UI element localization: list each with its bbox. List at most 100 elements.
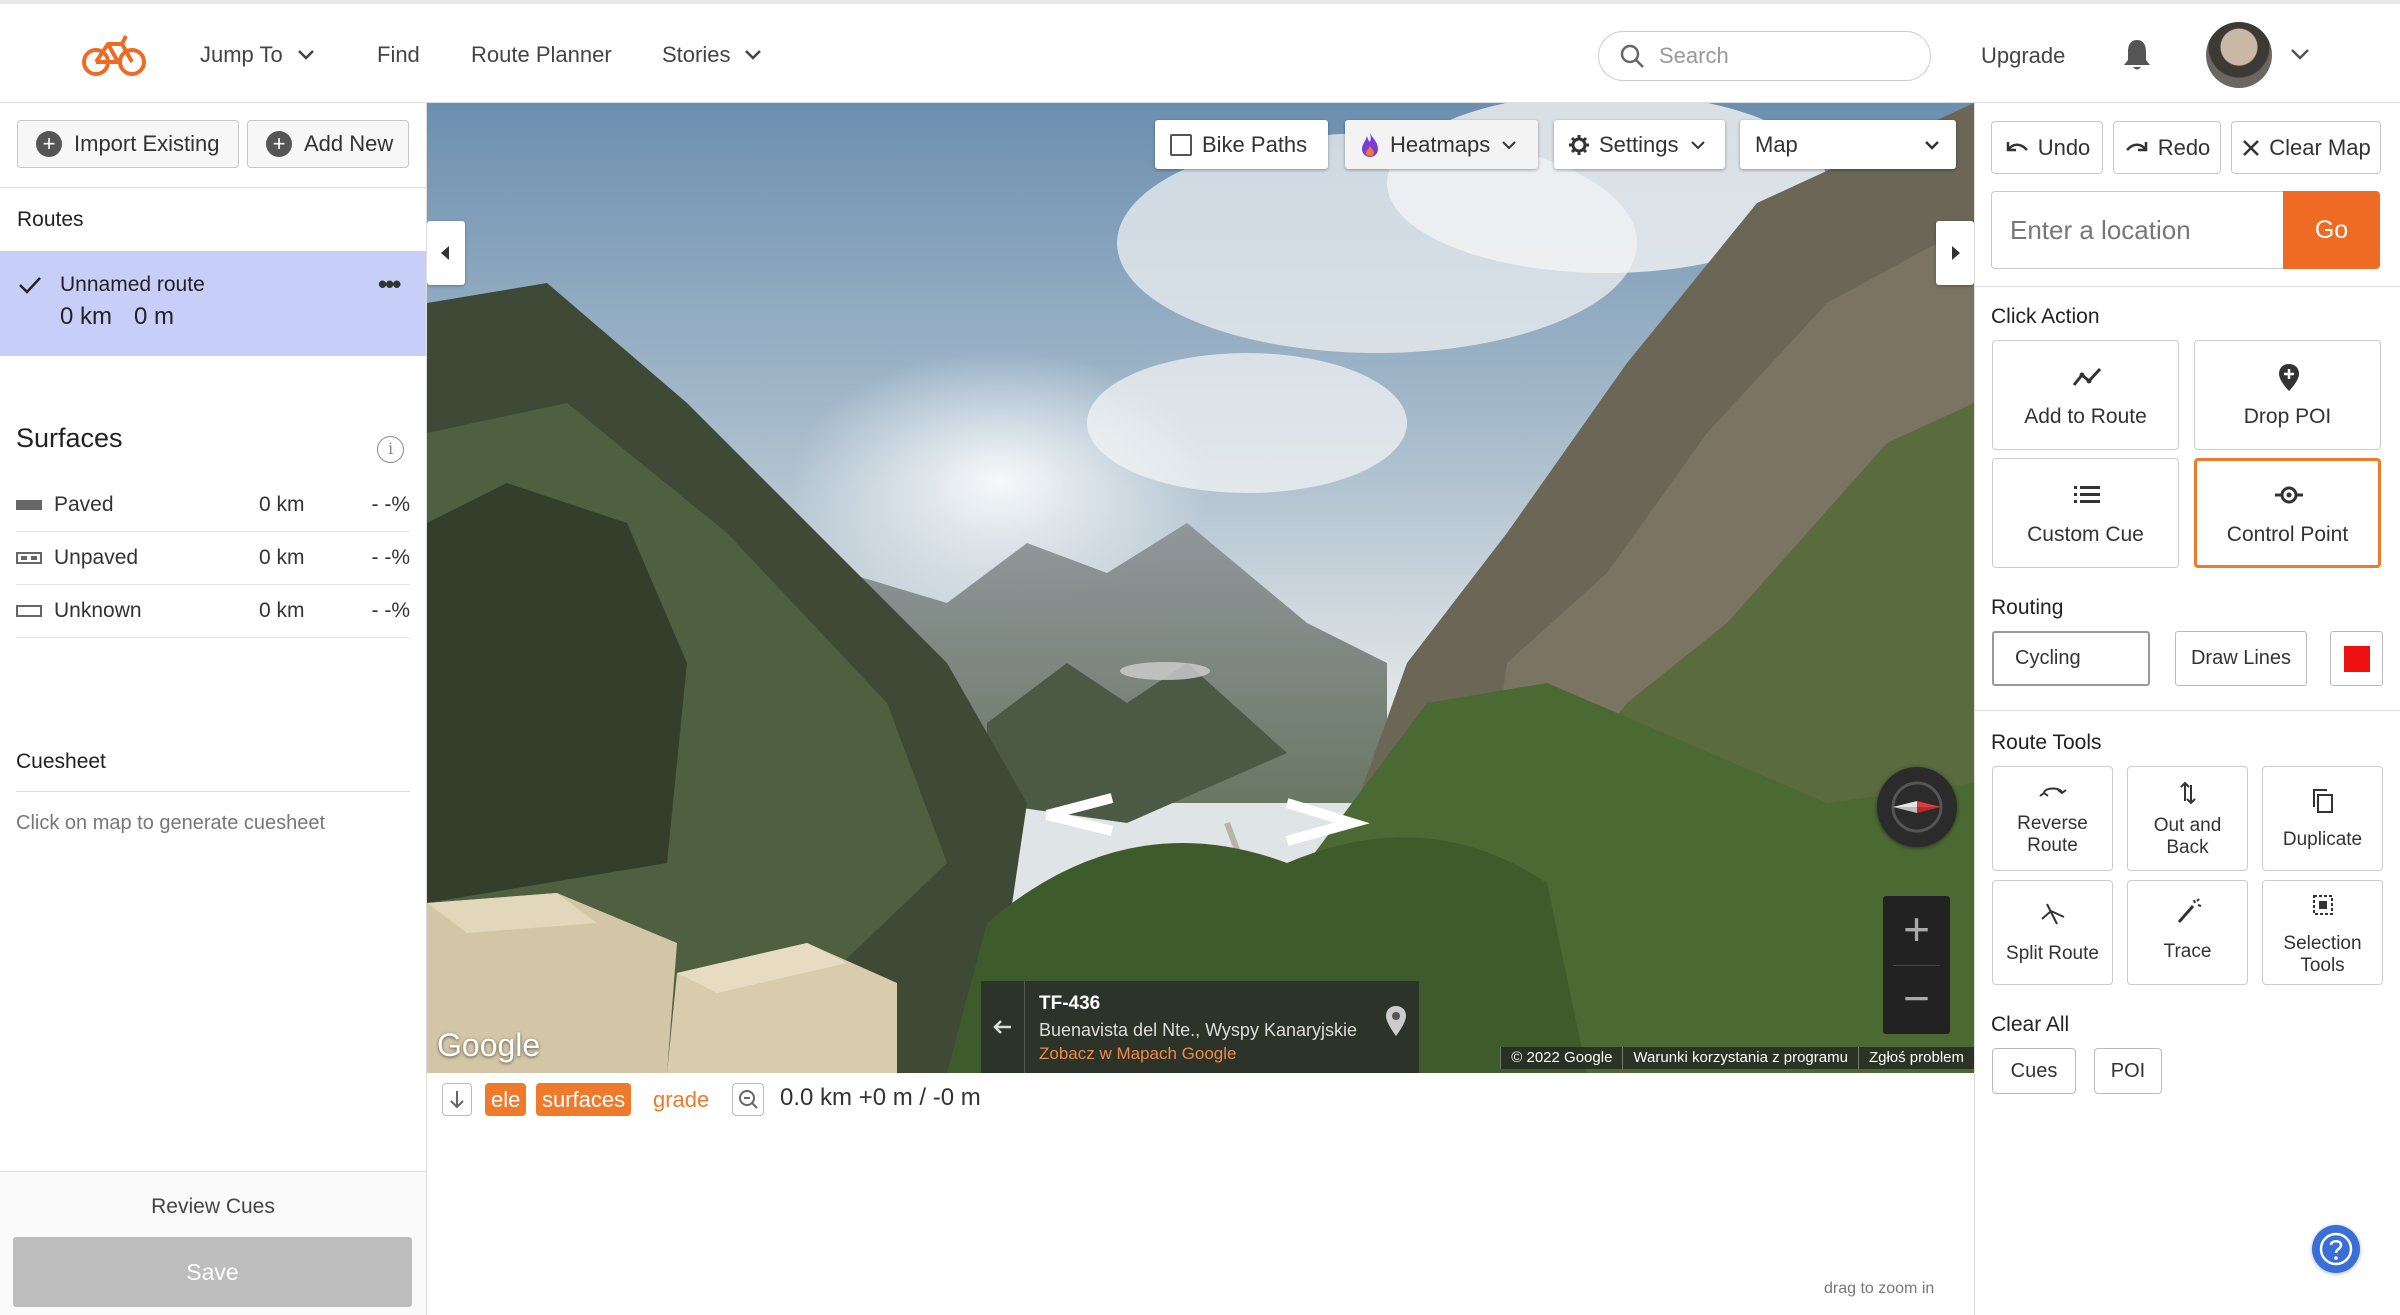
top-navigation-bar: Jump To Find Route Planner Stories Upgra…	[0, 0, 2400, 103]
report-problem-link[interactable]: Zgłoś problem	[1857, 1047, 1974, 1069]
add-to-route-option[interactable]: Add to Route	[1992, 340, 2179, 450]
drop-poi-label: Drop POI	[2243, 405, 2332, 428]
bicycle-logo-icon[interactable]	[82, 30, 148, 78]
back-arrow-icon[interactable]	[981, 981, 1025, 1073]
duplicate-tool[interactable]: Duplicate	[2262, 766, 2383, 871]
save-button[interactable]: Save	[13, 1237, 412, 1307]
selection-tools-tool[interactable]: Selection Tools	[2262, 880, 2383, 985]
left-sidebar: + Import Existing + Add New Routes Unnam…	[0, 103, 427, 1315]
right-sidebar: Undo Redo Clear Map Go Click Action Add …	[1974, 103, 2400, 1315]
bell-icon[interactable]	[2122, 38, 2152, 72]
cuesheet-hint: Click on map to generate cuesheet	[16, 812, 326, 834]
custom-cue-option[interactable]: Custom Cue	[1992, 458, 2179, 568]
elevation-tag[interactable]: ele	[485, 1083, 527, 1116]
split-route-tool[interactable]: Split Route	[1992, 880, 2113, 985]
bike-paths-toggle[interactable]: Bike Paths	[1155, 120, 1328, 169]
clear-map-button[interactable]: Clear Map	[2231, 121, 2381, 174]
open-in-google-maps-link[interactable]: Zobacz w Mapach Google	[1039, 1044, 1237, 1064]
street-view-location-card: TF-436 Buenavista del Nte., Wyspy Kanary…	[981, 981, 1419, 1073]
go-button[interactable]: Go	[2283, 191, 2380, 269]
upgrade-link[interactable]: Upgrade	[1981, 43, 2065, 69]
nav-route-planner[interactable]: Route Planner	[471, 42, 612, 68]
split-route-label: Split Route	[2006, 943, 2099, 964]
clear-cues-button[interactable]: Cues	[1992, 1048, 2076, 1094]
control-point-option[interactable]: Control Point	[2194, 458, 2381, 568]
surface-distance: 0 km	[259, 493, 305, 516]
terms-link[interactable]: Warunki korzystania z programu	[1622, 1047, 1858, 1069]
trace-wand-icon	[2177, 898, 2202, 923]
surface-row-unknown: Unknown 0 km - -%	[16, 585, 410, 638]
zoom-elevation-button[interactable]	[732, 1083, 764, 1116]
divider	[0, 187, 426, 188]
user-avatar[interactable]	[2206, 22, 2272, 88]
surface-row-paved: Paved 0 km - -%	[16, 479, 410, 532]
map-type-select[interactable]: Map	[1740, 120, 1956, 169]
caret-left-icon	[441, 246, 449, 260]
trace-tool[interactable]: Trace	[2127, 880, 2248, 985]
street-view-address: Buenavista del Nte., Wyspy Kanaryjskie	[1039, 1020, 1357, 1040]
search-icon	[1620, 44, 1644, 68]
more-options-icon[interactable]: •••	[378, 269, 401, 300]
caret-right-icon	[1952, 246, 1960, 260]
surfaces-title: Surfaces	[16, 423, 123, 453]
gear-icon	[1569, 134, 1589, 155]
chevron-down-icon[interactable]	[2290, 48, 2310, 62]
clear-poi-button[interactable]: POI	[2094, 1048, 2162, 1094]
heatmaps-dropdown[interactable]: Heatmaps	[1345, 120, 1538, 169]
location-pin-icon[interactable]	[1385, 1005, 1407, 1037]
search-box[interactable]	[1598, 31, 1931, 81]
info-icon[interactable]: i	[377, 436, 404, 463]
chevron-down-icon	[1690, 140, 1705, 149]
search-input[interactable]	[1659, 43, 1879, 69]
collapse-left-panel-button[interactable]	[427, 221, 465, 285]
reverse-route-tool[interactable]: Reverse Route	[1992, 766, 2113, 871]
help-button[interactable]	[2312, 1225, 2360, 1273]
zoom-controls: + −	[1883, 896, 1950, 1034]
duplicate-label: Duplicate	[2282, 829, 2363, 850]
checkbox[interactable]	[1170, 133, 1192, 156]
custom-cue-label: Custom Cue	[2027, 523, 2144, 546]
street-view-panorama[interactable]: Bike Paths Heatmaps Settings Map + − TF-…	[427, 103, 1974, 1073]
collapse-elevation-button[interactable]	[442, 1083, 472, 1116]
elevation-profile[interactable]: ele surfaces grade 0.0 km +0 m / -0 m dr…	[427, 1073, 1974, 1315]
out-and-back-icon	[2180, 781, 2196, 805]
chevron-down-icon	[297, 50, 314, 60]
nav-find[interactable]: Find	[377, 42, 420, 68]
add-new-label: Add New	[304, 131, 394, 156]
location-input[interactable]	[1991, 191, 2283, 269]
undo-button[interactable]: Undo	[1991, 121, 2103, 174]
route-distance: 0 km	[60, 303, 113, 330]
redo-button[interactable]: Redo	[2113, 121, 2221, 174]
collapse-right-panel-button[interactable]	[1936, 221, 1974, 285]
map-attribution: © 2022 Google Warunki korzystania z prog…	[1500, 1047, 1974, 1069]
unpaved-surface-icon	[16, 552, 42, 564]
line-color-picker[interactable]	[2330, 631, 2383, 686]
nav-stories[interactable]: Stories	[662, 42, 762, 68]
surface-distance: 0 km	[259, 546, 305, 569]
grade-tag[interactable]: grade	[647, 1083, 715, 1116]
control-point-label: Control Point	[2226, 523, 2349, 546]
trace-label: Trace	[2163, 941, 2212, 962]
magnifier-minus-icon	[739, 1090, 758, 1109]
draw-lines-button[interactable]: Draw Lines	[2175, 631, 2307, 686]
out-and-back-tool[interactable]: Out and Back	[2127, 766, 2248, 871]
review-cues-button[interactable]: Review Cues	[0, 1195, 426, 1219]
route-list-item[interactable]: Unnamed route 0 km 0 m •••	[0, 251, 426, 356]
add-new-button[interactable]: + Add New	[247, 120, 409, 168]
surfaces-tag[interactable]: surfaces	[536, 1083, 632, 1116]
route-name: Unnamed route	[60, 273, 205, 296]
zoom-in-button[interactable]: +	[1883, 896, 1950, 965]
import-existing-button[interactable]: + Import Existing	[17, 120, 239, 168]
undo-label: Undo	[2037, 134, 2091, 160]
compass-icon[interactable]	[1877, 767, 1957, 847]
route-tools-title: Route Tools	[1991, 731, 2102, 754]
drop-poi-option[interactable]: Drop POI	[2194, 340, 2381, 450]
settings-dropdown[interactable]: Settings	[1554, 120, 1725, 169]
zoom-out-button[interactable]: −	[1883, 965, 1950, 1034]
chevron-down-icon	[745, 50, 762, 60]
route-line-icon	[2072, 367, 2102, 386]
arrow-down-icon	[450, 1091, 464, 1109]
routing-mode-select[interactable]: Cycling	[1992, 631, 2150, 686]
undo-icon	[2006, 141, 2028, 151]
nav-jump-to[interactable]: Jump To	[200, 42, 315, 68]
